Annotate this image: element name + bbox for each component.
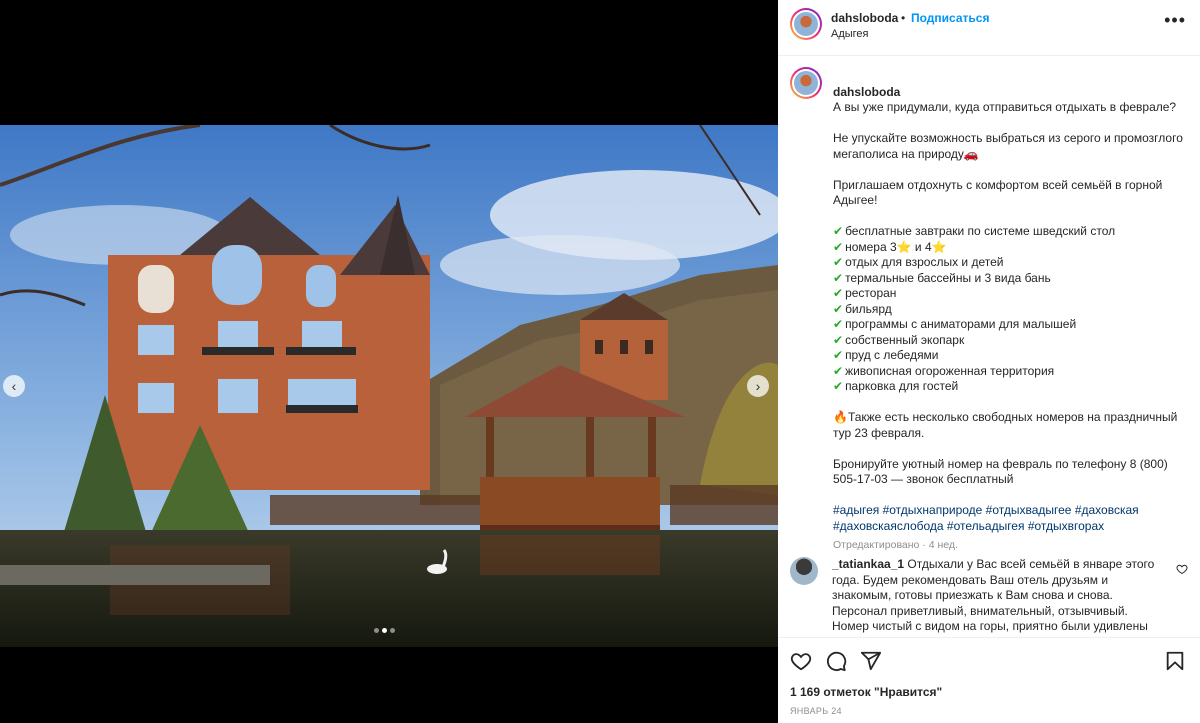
list-item: ✔ программы с аниматорами для малышей xyxy=(833,317,1077,331)
list-item: ✔ бесплатные завтраки по системе шведский… xyxy=(833,224,1116,238)
hotel-photo xyxy=(0,125,778,647)
follow-button[interactable]: Подписаться xyxy=(911,11,989,25)
bookmark-icon[interactable] xyxy=(1164,650,1186,672)
list-item: ✔ номера 3⭐ и 4⭐ xyxy=(833,239,947,254)
carousel-indicator xyxy=(374,628,395,633)
carousel-dot-active xyxy=(382,628,387,633)
check-icon: ✔ xyxy=(833,255,844,269)
list-item: ✔ живописная огороженная территория xyxy=(833,363,1055,378)
share-icon[interactable] xyxy=(860,650,882,672)
list-item: ✔ парковка для гостей xyxy=(833,379,959,393)
check-icon: ✔ xyxy=(833,363,844,378)
separator-dot: • xyxy=(901,11,906,25)
comment-text: _tatiankaa_1 Отдыхали у Вас всей семьёй … xyxy=(832,557,1168,637)
list-item: ✔ собственный экопарк xyxy=(833,332,965,347)
caption-username[interactable]: dahsloboda xyxy=(833,85,900,99)
post-sidebar: dahsloboda • Подписаться Адыгея ••• dahs… xyxy=(778,0,1200,723)
caption-paragraph: Приглашаем отдохнуть с комфортом всей се… xyxy=(833,177,1163,208)
hashtags[interactable]: #адыгея #отдыхнаприроде #отдыхвадыгее #д… xyxy=(833,503,1188,534)
carousel-dot xyxy=(374,628,379,633)
post-photo[interactable] xyxy=(0,125,778,647)
post-date: ЯНВАРЬ 24 xyxy=(790,706,842,716)
list-item: ✔ пруд с лебедями xyxy=(833,348,939,362)
check-icon: ✔ xyxy=(833,348,844,362)
caption-first-line: А вы уже придумали, куда отправиться отд… xyxy=(833,100,1177,114)
check-icon: ✔ xyxy=(833,239,844,254)
list-item: ✔ отдых для взрослых и детей xyxy=(833,255,1004,269)
edited-timestamp: Отредактировано · 4 нед. xyxy=(833,539,958,551)
comment-icon[interactable] xyxy=(825,650,847,672)
post-header: dahsloboda • Подписаться Адыгея ••• xyxy=(778,0,1200,56)
author-username[interactable]: dahsloboda xyxy=(831,11,898,25)
caption-paragraph: Не упускайте возможность выбраться из се… xyxy=(833,131,1183,161)
post-actions: 1 169 отметок "Нравится" ЯНВАРЬ 24 xyxy=(778,637,1200,723)
avatar[interactable] xyxy=(790,8,822,40)
check-icon: ✔ xyxy=(833,270,844,285)
check-icon: ✔ xyxy=(833,301,844,316)
list-item: ✔ бильярд xyxy=(833,301,892,316)
more-options-icon[interactable]: ••• xyxy=(1164,10,1186,31)
commenter-username[interactable]: _tatiankaa_1 xyxy=(832,557,904,571)
caption-paragraph: Бронируйте уютный номер на февраль по те… xyxy=(833,456,1168,487)
check-icon: ✔ xyxy=(833,224,844,238)
amenities-list: ✔ бесплатные завтраки по системе шведский… xyxy=(833,224,1188,395)
post-caption: dahsloboda А вы уже придумали, куда отпр… xyxy=(833,69,1188,554)
post-media: ‹ › xyxy=(0,0,778,723)
heart-icon[interactable] xyxy=(790,650,812,672)
list-item: ✔ термальные бассейны и 3 вида бань xyxy=(833,270,1051,285)
caption-paragraph: 🔥Также есть несколько свободных номеров … xyxy=(833,410,1178,440)
caption-avatar[interactable] xyxy=(790,67,822,99)
chevron-left-icon[interactable]: ‹ xyxy=(3,375,25,397)
check-icon: ✔ xyxy=(833,379,844,393)
comments-panel[interactable]: dahsloboda А вы уже придумали, куда отпр… xyxy=(778,57,1200,637)
list-item: ✔ ресторан xyxy=(833,286,897,300)
likes-count[interactable]: 1 169 отметок "Нравится" xyxy=(790,685,942,699)
commenter-avatar[interactable] xyxy=(790,557,818,585)
check-icon: ✔ xyxy=(833,317,844,331)
comment-like-heart-icon[interactable] xyxy=(1176,563,1188,575)
post-modal: ‹ › dahsloboda • Подписаться Адыгея ••• xyxy=(0,0,1200,723)
check-icon: ✔ xyxy=(833,286,844,300)
carousel-dot xyxy=(390,628,395,633)
check-icon: ✔ xyxy=(833,332,844,347)
location-link[interactable]: Адыгея xyxy=(831,28,869,40)
chevron-right-icon[interactable]: › xyxy=(747,375,769,397)
